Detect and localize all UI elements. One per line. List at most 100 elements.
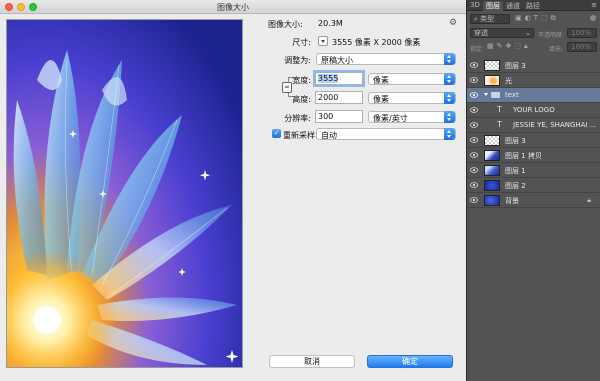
dimensions-value: 3555 像素 X 2000 像素 bbox=[332, 38, 421, 47]
chevron-down-icon: ⌄ bbox=[525, 29, 531, 37]
width-unit-value: 像素 bbox=[373, 76, 389, 85]
fit-to-dropdown[interactable]: 原稿大小 bbox=[316, 53, 456, 65]
dimensions-menu-button[interactable] bbox=[318, 36, 328, 46]
text-layer-icon: T bbox=[497, 120, 502, 129]
layers-panel: 3D 图层 通道 路径 ≡ ⌕ 类型 ▣◐T⬚⧉ 穿透 ⌄ 不透明度: 100%… bbox=[466, 0, 600, 381]
lock-all-icon[interactable]: 🔒︎ bbox=[524, 42, 531, 50]
filter-adjust-icon[interactable]: ◐ bbox=[525, 14, 534, 22]
eye-icon[interactable] bbox=[470, 137, 478, 143]
resolution-input-value: 300 bbox=[318, 112, 334, 121]
height-input[interactable]: 2000 bbox=[315, 91, 363, 104]
height-unit-value: 像素 bbox=[373, 95, 389, 104]
layer-row[interactable]: 图层 3 bbox=[467, 133, 600, 148]
resample-checkbox[interactable]: ✓ bbox=[272, 129, 281, 138]
resample-dropdown[interactable]: 自动 bbox=[316, 128, 456, 140]
height-input-value: 2000 bbox=[318, 93, 339, 102]
settings-gear-icon[interactable]: ⚙ bbox=[449, 18, 457, 28]
layer-name: 图层 3 bbox=[505, 137, 526, 145]
resample-label: 重新采样: bbox=[283, 131, 318, 140]
layer-row[interactable]: 图层 1 bbox=[467, 163, 600, 178]
resolution-input[interactable]: 300 bbox=[315, 110, 363, 123]
layer-thumbnail bbox=[484, 60, 500, 71]
fill-input[interactable]: 100% bbox=[567, 42, 597, 52]
height-label: 高度: bbox=[292, 95, 311, 104]
dropdown-arrows-icon bbox=[444, 111, 455, 123]
fill-label: 填充: bbox=[549, 46, 564, 53]
layer-row[interactable]: T YOUR LOGO bbox=[467, 103, 600, 118]
layer-name: 图层 2 bbox=[505, 182, 526, 190]
kind-filter-dropdown[interactable]: ⌕ 类型 bbox=[470, 14, 510, 24]
search-icon: ⌕ bbox=[474, 15, 478, 23]
filter-smart-icon[interactable]: ⧉ bbox=[551, 14, 559, 22]
tab-paths[interactable]: 路径 bbox=[526, 1, 540, 11]
lock-artboard-icon[interactable]: ⬚ bbox=[514, 42, 524, 50]
layers-list: 图层 3 光 text T YOUR LOGO T JESSIE YE, SHA… bbox=[467, 58, 600, 381]
layer-name: YOUR LOGO bbox=[513, 106, 555, 114]
chevron-down-icon bbox=[321, 40, 325, 43]
image-size-dialog: 图像大小 图像大小: 20.3M ⚙ 尺寸: 3555 像素 X 2000 像素… bbox=[0, 0, 466, 381]
layer-row[interactable]: 图层 1 拷贝 bbox=[467, 148, 600, 163]
layer-thumbnail bbox=[484, 165, 500, 176]
image-size-label: 图像大小: bbox=[268, 20, 303, 29]
dialog-title: 图像大小 bbox=[217, 3, 249, 12]
cancel-button[interactable]: 取消 bbox=[269, 355, 355, 368]
layer-name: text bbox=[505, 91, 519, 99]
height-unit-dropdown[interactable]: 像素 bbox=[368, 92, 456, 104]
layer-row[interactable]: 背景 🔒︎ bbox=[467, 193, 600, 208]
width-unit-dropdown[interactable]: 像素 bbox=[368, 73, 456, 85]
layer-name: 光 bbox=[505, 77, 512, 85]
layer-group-row[interactable]: text bbox=[467, 88, 600, 103]
opacity-input[interactable]: 100% bbox=[567, 28, 597, 38]
layer-row[interactable]: 光 bbox=[467, 73, 600, 88]
width-input[interactable]: 3555 bbox=[315, 72, 363, 85]
ok-button[interactable]: 确定 bbox=[367, 355, 453, 368]
opacity-value: 100% bbox=[571, 29, 592, 37]
resolution-unit-dropdown[interactable]: 像素/英寸 bbox=[368, 111, 456, 123]
eye-icon[interactable] bbox=[470, 77, 478, 83]
dimensions-label: 尺寸: bbox=[292, 38, 311, 47]
eye-icon[interactable] bbox=[470, 92, 478, 98]
layer-row[interactable]: 图层 3 bbox=[467, 58, 600, 73]
filter-text-icon[interactable]: T bbox=[534, 14, 541, 22]
eye-icon[interactable] bbox=[470, 152, 478, 158]
title-bar: 图像大小 bbox=[0, 0, 466, 14]
opacity-label: 不透明度: bbox=[538, 32, 565, 39]
blend-mode-value: 穿透 bbox=[474, 29, 488, 37]
blend-mode-dropdown[interactable]: 穿透 ⌄ bbox=[470, 28, 534, 38]
lock-icons: ▦✎✥⬚🔒︎ bbox=[487, 42, 531, 51]
tab-3d[interactable]: 3D bbox=[470, 1, 480, 9]
image-preview[interactable] bbox=[6, 19, 243, 368]
eye-icon[interactable] bbox=[470, 62, 478, 68]
eye-icon[interactable] bbox=[470, 182, 478, 188]
panel-tabs: 3D 图层 通道 路径 ≡ bbox=[467, 0, 600, 11]
layer-name: 图层 3 bbox=[505, 62, 526, 70]
lock-transparent-icon[interactable]: ▦ bbox=[487, 42, 497, 50]
layer-name: JESSIE YE, SHANGHAI ... bbox=[513, 121, 597, 129]
lock-icon: 🔒︎ bbox=[587, 196, 591, 204]
eye-icon[interactable] bbox=[470, 122, 478, 128]
lock-brush-icon[interactable]: ✎ bbox=[497, 42, 506, 50]
filter-toggle[interactable] bbox=[590, 15, 596, 21]
width-input-value: 3555 bbox=[318, 74, 339, 83]
eye-icon[interactable] bbox=[470, 167, 478, 173]
eye-icon[interactable] bbox=[470, 107, 478, 113]
tab-channels[interactable]: 通道 bbox=[506, 1, 520, 11]
eye-icon[interactable] bbox=[470, 197, 478, 203]
filter-shape-icon[interactable]: ⬚ bbox=[541, 14, 551, 22]
filter-icons: ▣◐T⬚⧉ bbox=[515, 14, 559, 23]
resolution-label: 分辨率: bbox=[284, 114, 311, 123]
dropdown-arrows-icon bbox=[444, 53, 455, 65]
image-size-value: 20.3M bbox=[318, 19, 343, 28]
expand-triangle-icon[interactable] bbox=[484, 93, 488, 96]
layer-row[interactable]: 图层 2 bbox=[467, 178, 600, 193]
layer-thumbnail bbox=[484, 150, 500, 161]
layer-thumbnail bbox=[484, 135, 500, 146]
filter-pixel-icon[interactable]: ▣ bbox=[515, 14, 525, 22]
folder-icon bbox=[491, 92, 500, 98]
resolution-unit-value: 像素/英寸 bbox=[373, 114, 408, 123]
panel-menu-icon[interactable]: ≡ bbox=[591, 1, 597, 9]
preview-artwork bbox=[7, 20, 242, 367]
tab-layers[interactable]: 图层 bbox=[483, 1, 503, 11]
layer-name: 背景 bbox=[505, 197, 519, 205]
layer-row[interactable]: T JESSIE YE, SHANGHAI ... bbox=[467, 118, 600, 133]
